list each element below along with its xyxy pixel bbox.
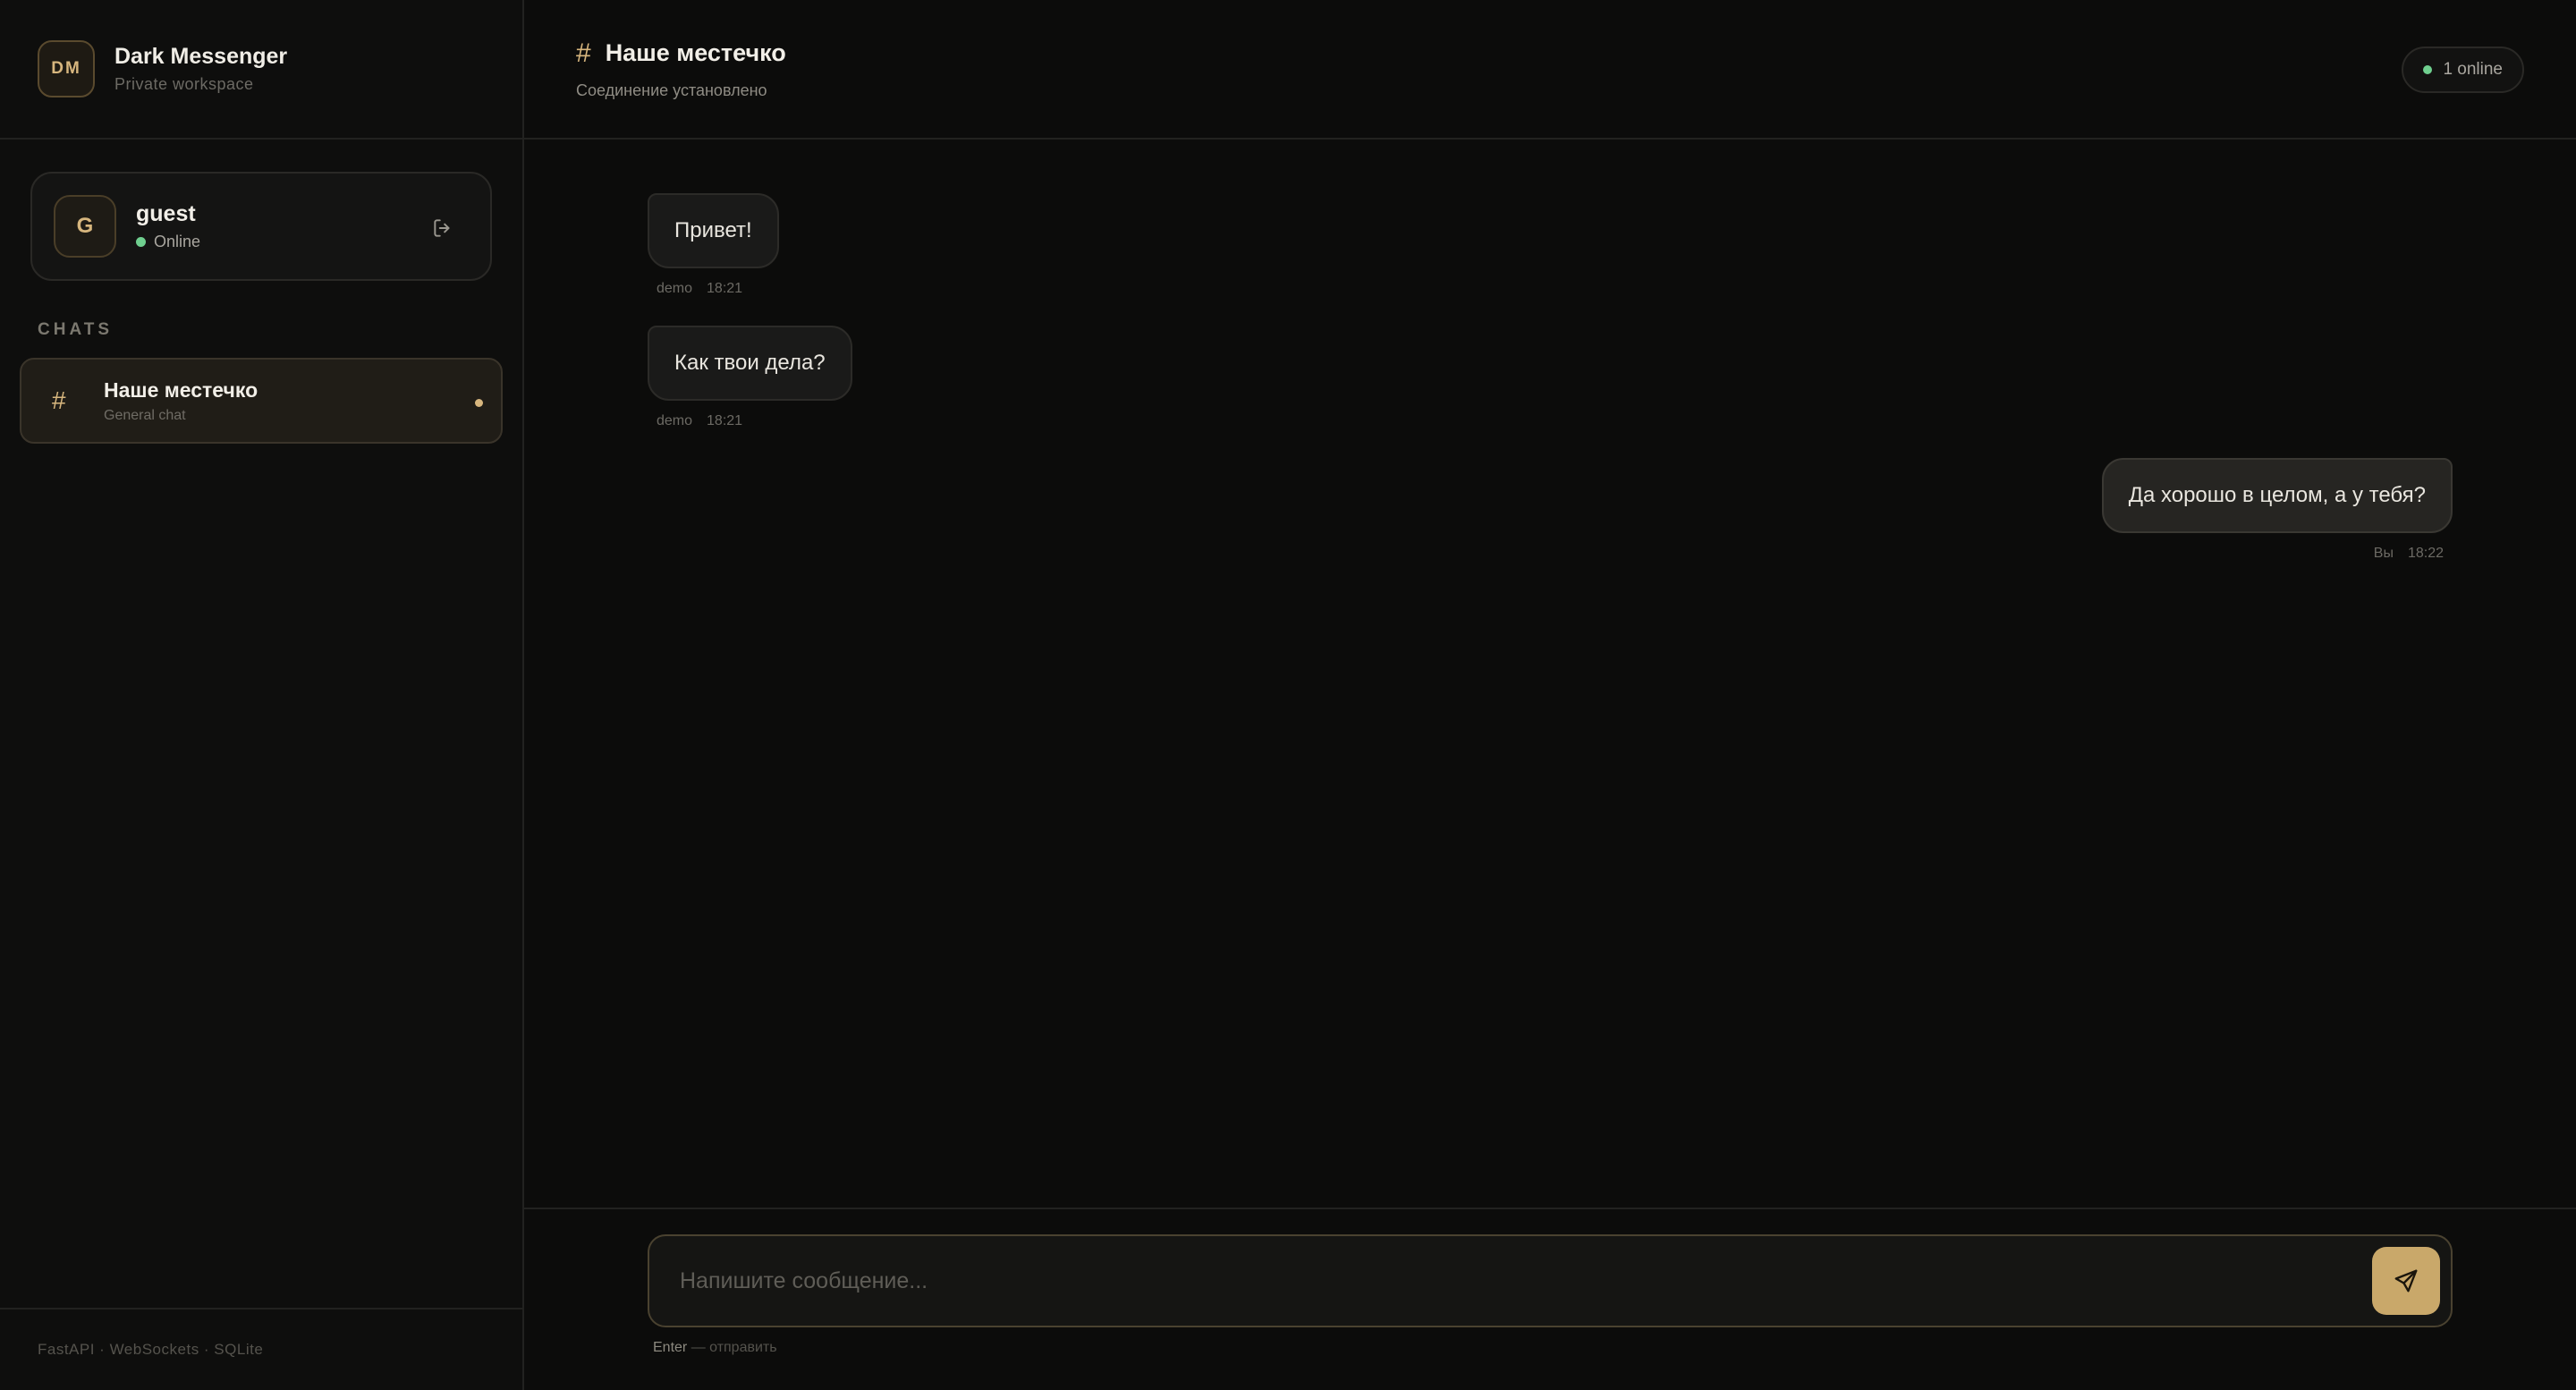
- chat-title: Наше местечко: [605, 39, 786, 66]
- hint-key: Enter: [653, 1340, 688, 1355]
- user-status: Online: [136, 233, 200, 251]
- online-status-dot: [136, 237, 146, 247]
- online-count-badge: 1 online: [2402, 47, 2524, 93]
- online-count-text: 1 online: [2443, 60, 2503, 79]
- message-bubble: Привет!: [648, 193, 779, 268]
- message-meta: demo 18:21: [648, 281, 751, 297]
- message-author: demo: [657, 281, 693, 296]
- chat-item-nashe-mestechko[interactable]: # Наше местечко General chat: [20, 358, 503, 444]
- sidebar: DM Dark Messenger Private workspace G gu…: [0, 0, 524, 1390]
- send-hint: Enter — отправить: [653, 1340, 2453, 1356]
- chat-item-description: General chat: [104, 407, 186, 423]
- message-bubble: Да хорошо в целом, а у тебя?: [2101, 458, 2453, 533]
- composer-area: Enter — отправить: [524, 1208, 2576, 1390]
- avatar: G: [54, 195, 116, 258]
- user-status-text: Online: [154, 233, 201, 250]
- message-incoming: Как твои дела? demo 18:21: [648, 326, 2453, 429]
- online-dot: [2423, 65, 2433, 74]
- message-meta: demo 18:21: [648, 413, 751, 429]
- message-meta: Вы 18:22: [2365, 546, 2453, 562]
- chat-item-name: Наше местечко: [104, 377, 258, 402]
- connection-status: Соединение установлено: [576, 81, 767, 99]
- message-list[interactable]: Привет! demo 18:21 Как твои дела? demo 1…: [524, 140, 2576, 1208]
- message-author: Вы: [2373, 546, 2394, 561]
- message-author: demo: [657, 413, 693, 428]
- sidebar-footer: FastAPI · WebSockets · SQLite: [0, 1308, 522, 1390]
- unread-dot: [475, 399, 483, 407]
- user-card: G guest Online: [30, 172, 492, 281]
- message-bubble: Как твои дела?: [648, 326, 852, 401]
- brand-subtitle: Private workspace: [114, 75, 254, 93]
- message-time: 18:22: [2407, 546, 2444, 561]
- brand-logo: DM: [38, 40, 95, 97]
- message-incoming: Привет! demo 18:21: [648, 193, 2453, 297]
- brand-header: DM Dark Messenger Private workspace: [0, 0, 522, 140]
- message-input[interactable]: [680, 1267, 2372, 1294]
- chats-section-label: CHATS: [38, 320, 114, 339]
- hash-icon: #: [576, 38, 591, 68]
- message-time: 18:21: [707, 413, 743, 428]
- brand-title: Dark Messenger: [114, 44, 288, 69]
- hint-text: — отправить: [687, 1340, 777, 1355]
- messenger-app: DM Dark Messenger Private workspace G gu…: [0, 0, 2576, 1390]
- composer: [648, 1234, 2453, 1327]
- logout-icon: [434, 219, 450, 237]
- user-name: guest: [136, 201, 196, 226]
- message-time: 18:21: [707, 281, 743, 296]
- send-button[interactable]: [2372, 1247, 2440, 1315]
- chat-main: # Наше местечко Соединение установлено 1…: [524, 0, 2576, 1390]
- send-icon: [2394, 1269, 2418, 1293]
- message-outgoing: Да хорошо в целом, а у тебя? Вы 18:22: [648, 458, 2453, 562]
- chat-header: # Наше местечко Соединение установлено 1…: [524, 0, 2576, 140]
- logout-button[interactable]: [429, 215, 456, 242]
- hash-icon: #: [52, 386, 66, 414]
